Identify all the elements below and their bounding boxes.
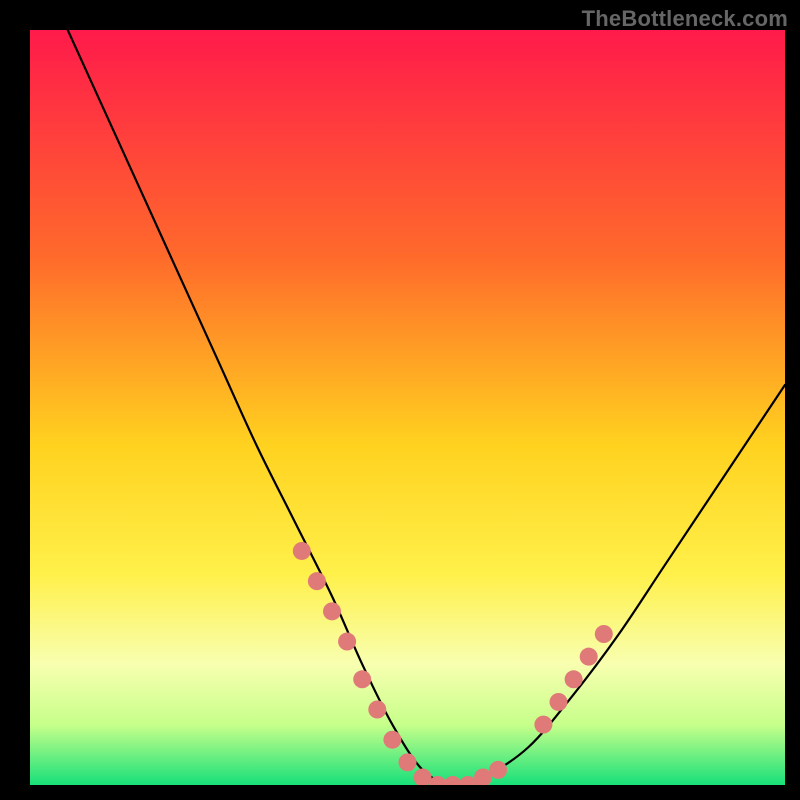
curve-marker [565, 670, 583, 688]
plot-background [30, 30, 785, 785]
chart-stage: TheBottleneck.com [0, 0, 800, 800]
curve-marker [580, 648, 598, 666]
curve-marker [323, 602, 341, 620]
curve-marker [368, 701, 386, 719]
curve-marker [353, 670, 371, 688]
curve-marker [293, 542, 311, 560]
curve-marker [338, 633, 356, 651]
bottleneck-chart [0, 0, 800, 800]
curve-marker [383, 731, 401, 749]
curve-marker [308, 572, 326, 590]
watermark-text: TheBottleneck.com [582, 6, 788, 32]
curve-marker [399, 753, 417, 771]
curve-marker [595, 625, 613, 643]
curve-marker [489, 761, 507, 779]
curve-marker [550, 693, 568, 711]
curve-marker [534, 716, 552, 734]
